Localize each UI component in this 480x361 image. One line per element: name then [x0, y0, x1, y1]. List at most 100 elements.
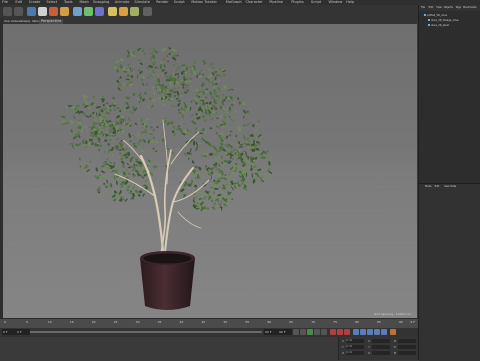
leaf: [225, 135, 229, 139]
leaf: [229, 157, 234, 159]
coord-label: Z: [368, 351, 371, 355]
coord-field[interactable]: [372, 345, 390, 349]
leaf: [110, 189, 113, 194]
keyframe-selection-icon[interactable]: [344, 329, 350, 335]
scale-icon[interactable]: [49, 7, 58, 16]
object-row[interactable]: potted_VR_olive: [424, 13, 447, 17]
live-select-icon[interactable]: [27, 7, 36, 16]
leaf: [96, 109, 99, 112]
coord-label: H: [394, 339, 397, 343]
leaf: [170, 121, 174, 125]
leaf: [189, 148, 192, 153]
coord-field[interactable]: [398, 351, 416, 355]
preview-end-field[interactable]: 90 F: [278, 329, 292, 335]
leaf: [162, 84, 164, 86]
end-frame-field[interactable]: 90 F: [264, 329, 278, 335]
leaf: [200, 154, 203, 157]
object-row[interactable]: olive_VR_stem: [428, 23, 449, 27]
position-key-icon[interactable]: [353, 329, 359, 335]
attribute-menu-edit[interactable]: Edit: [435, 185, 440, 188]
attribute-menu-mode[interactable]: Mode: [425, 185, 432, 188]
undo-icon[interactable]: [3, 7, 12, 16]
object-menu-file[interactable]: File: [421, 6, 425, 9]
prev-key-icon[interactable]: [300, 329, 306, 335]
leaf: [265, 150, 270, 154]
leaf: [151, 104, 154, 108]
pla-key-icon[interactable]: [381, 329, 387, 335]
leaf: [126, 188, 130, 192]
render-settings-icon[interactable]: [130, 7, 139, 16]
axis-z-icon[interactable]: [95, 7, 104, 16]
go-to-start-icon[interactable]: [293, 329, 299, 335]
current-frame-field[interactable]: 0 F: [16, 329, 30, 335]
redo-icon[interactable]: [14, 7, 23, 16]
object-menu-bookmarks[interactable]: Bookmarks: [463, 6, 476, 9]
next-key-icon[interactable]: [314, 329, 320, 335]
rotation-key-icon[interactable]: [367, 329, 373, 335]
scene-canvas: [3, 47, 417, 310]
leaf: [124, 117, 126, 123]
object-menu-objects[interactable]: Objects: [444, 6, 453, 9]
cube-icon[interactable]: [143, 7, 152, 16]
leaf: [262, 168, 264, 170]
object-menu-edit[interactable]: Edit: [429, 6, 434, 9]
record-icon[interactable]: [330, 329, 336, 335]
leaf: [60, 115, 66, 119]
leaf: [119, 128, 123, 131]
leaf: [242, 115, 245, 119]
autokey-icon[interactable]: [337, 329, 343, 335]
perspective-viewport[interactable]: Grid Spacing : 10000 cm: [3, 24, 417, 318]
leaf: [86, 169, 90, 172]
render-picture-viewer-icon[interactable]: [119, 7, 128, 16]
leaf: [206, 207, 210, 210]
object-name: potted_VR_olive: [427, 14, 448, 17]
coord-field[interactable]: [398, 345, 416, 349]
leaf: [213, 183, 217, 187]
leaf: [148, 131, 153, 134]
leaf: [203, 139, 206, 142]
leaf: [164, 117, 168, 120]
leaf: [111, 153, 114, 157]
leaf: [208, 68, 212, 71]
leaf: [195, 202, 200, 205]
object-menu-view[interactable]: View: [436, 6, 442, 9]
axis-y-icon[interactable]: [84, 7, 93, 16]
interpolation-icon[interactable]: [390, 329, 396, 335]
leaf: [257, 120, 260, 123]
go-to-end-icon[interactable]: [321, 329, 327, 335]
leaf: [127, 64, 130, 66]
leaf: [198, 75, 202, 79]
coord-field[interactable]: [372, 339, 390, 343]
render-view-icon[interactable]: [108, 7, 117, 16]
leaf: [198, 166, 202, 171]
parameter-key-icon[interactable]: [374, 329, 380, 335]
leaf: [210, 175, 213, 180]
leaf: [194, 165, 198, 169]
axis-x-icon[interactable]: [73, 7, 82, 16]
move-icon[interactable]: [38, 7, 47, 16]
leaf: [120, 58, 124, 62]
rotate-icon[interactable]: [60, 7, 69, 16]
coord-field[interactable]: [398, 339, 416, 343]
scale-key-icon[interactable]: [360, 329, 366, 335]
leaf: [166, 55, 168, 58]
attribute-menu-user-data[interactable]: User Data: [444, 185, 456, 188]
leaf: [191, 114, 193, 117]
frame-range-slider[interactable]: [30, 331, 262, 333]
leaf: [177, 102, 181, 107]
coord-field[interactable]: 0 cm: [346, 351, 364, 355]
coord-field[interactable]: 0 cm: [346, 339, 364, 343]
leaf: [243, 135, 247, 141]
leaf: [104, 185, 109, 187]
leaf: [243, 102, 246, 106]
play-icon[interactable]: [307, 329, 313, 335]
timeline-tick: 80: [355, 320, 359, 324]
object-row[interactable]: olive_VR_foliage_olive: [428, 18, 459, 22]
timeline-tick: 10: [47, 320, 52, 324]
object-menu-tags[interactable]: Tags: [456, 6, 461, 9]
coord-field[interactable]: 0 cm: [346, 345, 364, 349]
coord-field[interactable]: [372, 351, 390, 355]
leaf: [132, 186, 135, 190]
leaf: [159, 64, 163, 69]
start-frame-field[interactable]: 0 F: [2, 329, 16, 335]
